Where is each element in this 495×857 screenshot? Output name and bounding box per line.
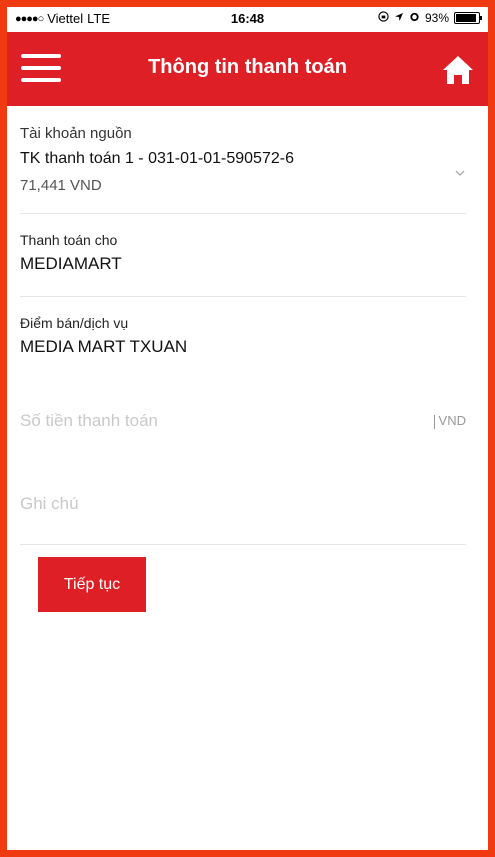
continue-button[interactable]: Tiếp tục [38,557,146,612]
source-account-value: TK thanh toán 1 - 031-01-01-590572-6 [20,150,294,167]
location-arrow-icon [394,11,404,25]
source-account-field[interactable]: Tài khoản nguồn TK thanh toán 1 - 031-01… [20,125,466,215]
source-account-balance: 71,441 VND [20,177,102,194]
chevron-down-icon[interactable] [454,167,466,179]
pay-to-label: Thanh toán cho [20,232,118,248]
page-title: Thông tin thanh toán [148,56,347,78]
pay-to-value: MEDIAMART [20,254,122,273]
amount-placeholder: Số tiền thanh toán [20,411,159,430]
note-placeholder: Ghi chú [20,494,79,513]
lock-rotation-icon [378,11,389,25]
battery-fill [456,14,477,22]
divider [20,296,466,297]
pay-to-field: Thanh toán cho MEDIAMART [20,232,466,274]
home-icon[interactable] [440,52,476,88]
point-of-sale-label: Điểm bán/dịch vụ [20,315,129,331]
header-bar: Thông tin thanh toán [7,32,488,106]
point-of-sale-value: MEDIA MART TXUAN [20,337,188,356]
divider [20,213,466,214]
amount-unit: VND [434,413,466,429]
divider [20,544,466,545]
status-bar: ●●●●○ Viettel LTE 16:48 93% [7,7,488,31]
screen-frame: ●●●●○ Viettel LTE 16:48 93% Thông tin th… [0,0,495,857]
alarm-icon [409,11,420,25]
note-input[interactable]: Ghi chú [20,494,466,518]
battery-percentage: 93% [424,11,449,25]
status-right: 93% [378,11,482,25]
point-of-sale-field: Điểm bán/dịch vụ MEDIA MART TXUAN [20,315,466,357]
amount-input[interactable]: Số tiền thanh toán VND [20,411,466,435]
battery-icon [454,12,482,24]
source-account-label: Tài khoản nguồn [20,125,132,142]
